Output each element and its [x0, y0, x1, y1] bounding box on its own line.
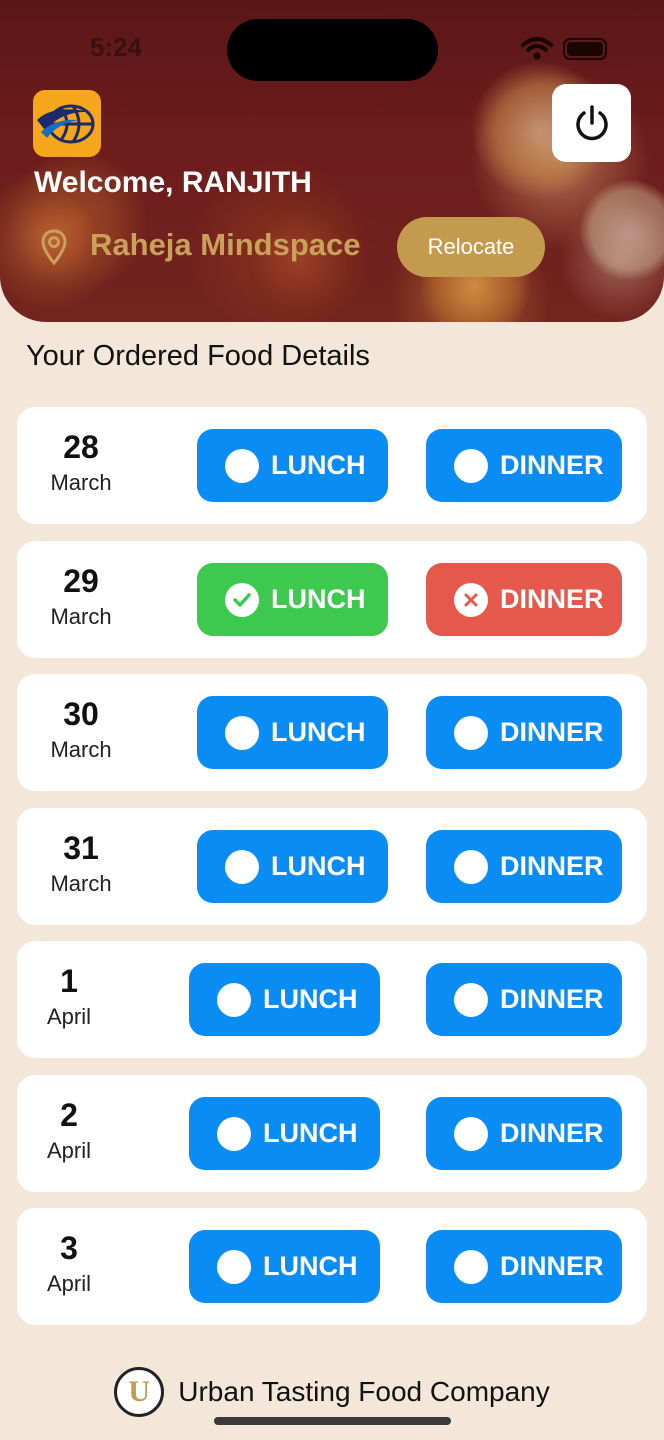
day-card: 28 March LUNCH DINNER	[17, 407, 647, 524]
dinner-button[interactable]: DINNER	[426, 696, 622, 769]
welcome-text: Welcome, RANJITH	[34, 166, 312, 199]
day-number: 28	[63, 429, 99, 465]
date-block: 2 April	[39, 1095, 99, 1167]
month-name: March	[50, 470, 112, 495]
logout-power-button[interactable]	[552, 84, 631, 162]
dinner-label: DINNER	[500, 450, 604, 480]
section-title: Your Ordered Food Details	[26, 340, 370, 372]
month-name: April	[46, 1271, 91, 1296]
footer-branding: U Urban Tasting Food Company	[0, 1362, 664, 1422]
dinner-label: DINNER	[500, 1251, 604, 1281]
empty-circle-icon	[454, 849, 488, 884]
lunch-button[interactable]: LUNCH	[197, 429, 388, 502]
home-indicator[interactable]	[214, 1417, 451, 1425]
lunch-label: LUNCH	[271, 584, 366, 614]
day-card: 29 March LUNCH DINNER	[17, 541, 647, 658]
day-card: 1 April LUNCH DINNER	[17, 941, 647, 1058]
empty-circle-icon	[225, 448, 259, 483]
lunch-button[interactable]: LUNCH	[197, 830, 388, 903]
relocate-button[interactable]: Relocate	[397, 217, 545, 277]
date-block: 3 April	[39, 1228, 99, 1300]
wifi-icon	[521, 37, 553, 60]
dinner-label: DINNER	[500, 584, 604, 614]
current-location: Raheja Mindspace	[90, 227, 361, 262]
lunch-label: LUNCH	[263, 1251, 358, 1281]
month-name: March	[50, 737, 112, 762]
empty-circle-icon	[225, 849, 259, 884]
dinner-button[interactable]: DINNER	[426, 1230, 622, 1303]
day-card: 3 April LUNCH DINNER	[17, 1208, 647, 1325]
dinner-label: DINNER	[500, 1118, 604, 1148]
date-block: 31 March	[41, 828, 121, 900]
month-name: April	[46, 1138, 91, 1163]
empty-circle-icon	[217, 982, 251, 1017]
lunch-button[interactable]: LUNCH	[197, 563, 388, 636]
dynamic-island	[227, 19, 438, 81]
empty-circle-icon	[217, 1116, 251, 1151]
dinner-button[interactable]: DINNER	[426, 1097, 622, 1170]
month-name: March	[50, 604, 112, 629]
day-number: 30	[63, 696, 99, 732]
dinner-button[interactable]: DINNER	[426, 429, 622, 502]
lunch-label: LUNCH	[271, 717, 366, 747]
day-card: 31 March LUNCH DINNER	[17, 808, 647, 925]
date-block: 29 March	[41, 561, 121, 633]
lunch-button[interactable]: LUNCH	[189, 1097, 380, 1170]
battery-icon	[563, 38, 607, 60]
month-name: April	[46, 1004, 91, 1029]
empty-circle-icon	[454, 1116, 488, 1151]
dinner-button[interactable]: DINNER	[426, 830, 622, 903]
dinner-label: DINNER	[500, 851, 604, 881]
month-name: March	[50, 871, 112, 896]
empty-circle-icon	[217, 1249, 251, 1284]
dinner-button[interactable]: DINNER	[426, 963, 622, 1036]
app-logo-icon	[33, 90, 101, 157]
dinner-label: DINNER	[500, 984, 604, 1014]
lunch-button[interactable]: LUNCH	[189, 963, 380, 1036]
company-logo-icon: U	[114, 1367, 165, 1417]
empty-circle-icon	[454, 1249, 488, 1284]
empty-circle-icon	[454, 982, 488, 1017]
lunch-label: LUNCH	[263, 984, 358, 1014]
lunch-label: LUNCH	[263, 1118, 358, 1148]
lunch-label: LUNCH	[271, 450, 366, 480]
empty-circle-icon	[454, 715, 488, 750]
day-number: 29	[63, 563, 99, 599]
dinner-label: DINNER	[500, 717, 604, 747]
food-plate-decoration	[580, 180, 664, 280]
power-icon	[575, 105, 608, 141]
date-block: 1 April	[39, 961, 99, 1033]
lunch-label: LUNCH	[271, 851, 366, 881]
lunch-button[interactable]: LUNCH	[189, 1230, 380, 1303]
day-card: 30 March LUNCH DINNER	[17, 674, 647, 791]
dinner-button[interactable]: DINNER	[426, 563, 622, 636]
day-number: 3	[60, 1230, 78, 1266]
empty-circle-icon	[454, 448, 488, 483]
empty-circle-icon	[225, 715, 259, 750]
day-card: 2 April LUNCH DINNER	[17, 1075, 647, 1192]
check-circle-icon	[225, 582, 259, 617]
day-number: 2	[60, 1097, 78, 1133]
location-pin-icon	[41, 229, 67, 266]
company-logo-letter: U	[128, 1375, 151, 1408]
date-block: 30 March	[41, 694, 121, 766]
x-circle-icon	[454, 582, 488, 617]
lunch-button[interactable]: LUNCH	[197, 696, 388, 769]
date-block: 28 March	[41, 427, 121, 499]
day-number: 1	[60, 963, 78, 999]
company-name: Urban Tasting Food Company	[178, 1376, 550, 1407]
day-number: 31	[63, 830, 99, 866]
status-time: 5:24	[90, 32, 143, 62]
